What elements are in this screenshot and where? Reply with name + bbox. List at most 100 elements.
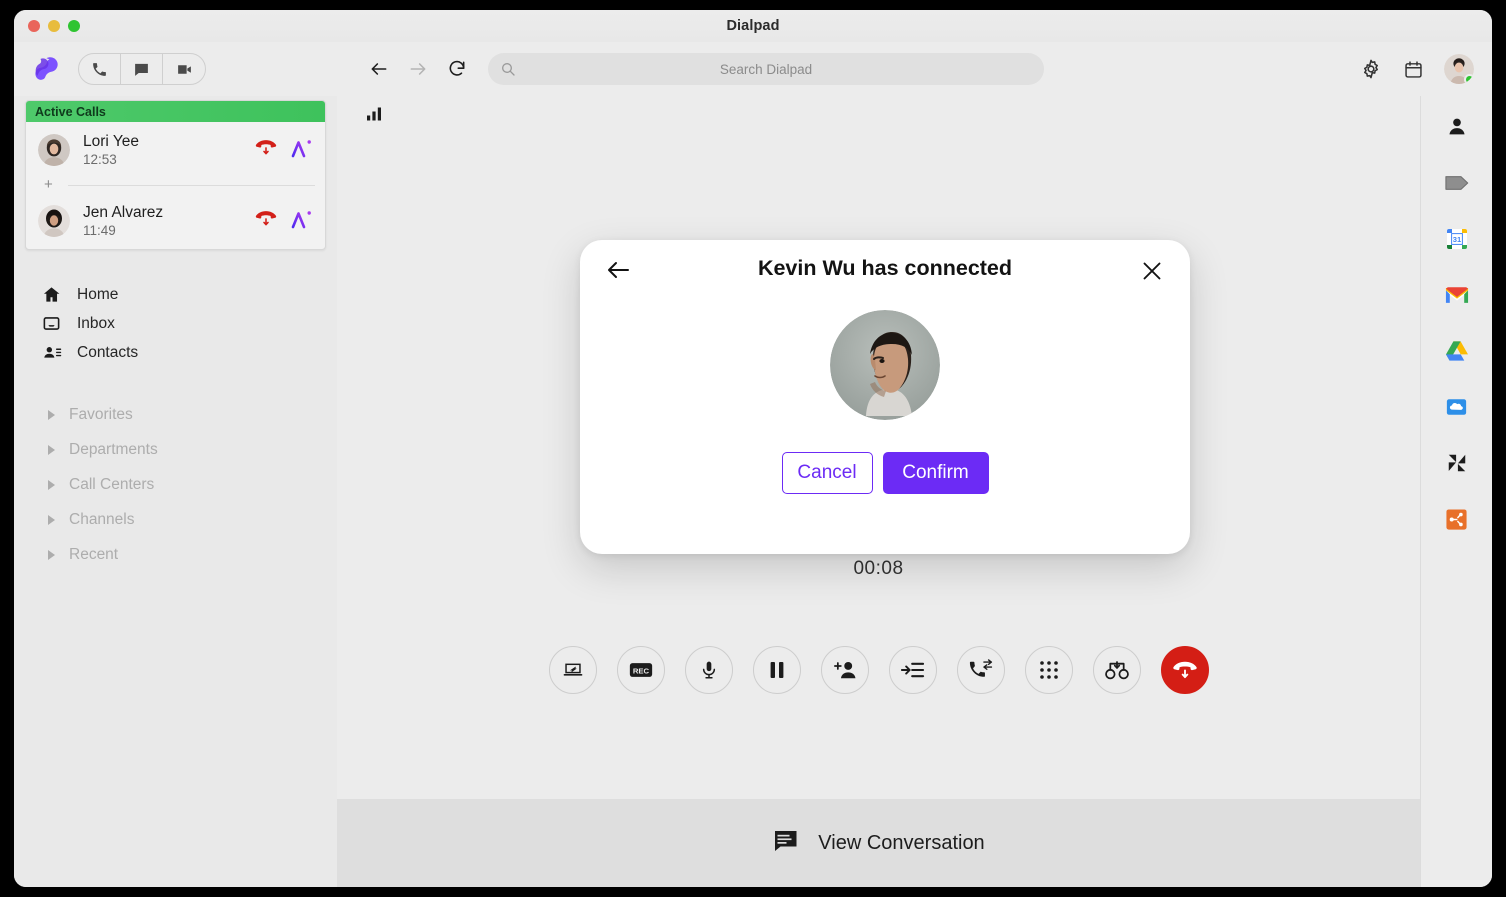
window-title: Dialpad xyxy=(14,18,1492,34)
integrations-rail: 31 xyxy=(1420,96,1492,887)
ai-icon[interactable] xyxy=(291,208,315,235)
screen-share-button[interactable] xyxy=(549,646,597,694)
modal-title: Kevin Wu has connected xyxy=(758,256,1012,281)
video-mode-button[interactable] xyxy=(163,54,205,84)
sidebar-item-label: Inbox xyxy=(77,315,115,333)
sidebar-group-recent[interactable]: Recent xyxy=(14,537,337,572)
call-duration: 11:49 xyxy=(83,222,255,239)
mute-button[interactable] xyxy=(685,646,733,694)
rail-google-calendar-icon[interactable]: 31 xyxy=(1444,226,1470,252)
inbox-icon xyxy=(42,314,64,333)
rail-google-drive-icon[interactable] xyxy=(1444,338,1470,364)
active-calls-header: Active Calls xyxy=(26,101,325,122)
sidebar-item-contacts[interactable]: Contacts xyxy=(14,338,337,367)
sidebar-group-label: Favorites xyxy=(69,406,133,424)
call-meta: Lori Yee 12:53 xyxy=(83,133,255,168)
active-call-row-lori[interactable]: Lori Yee 12:53 xyxy=(26,122,325,178)
sidebar-item-label: Contacts xyxy=(77,344,138,362)
merge-calls-divider: + xyxy=(26,178,325,193)
svg-text:REC: REC xyxy=(632,667,649,676)
keypad-button[interactable] xyxy=(1025,646,1073,694)
modal-back-button[interactable] xyxy=(606,260,630,285)
rail-gmail-icon[interactable] xyxy=(1444,282,1470,308)
call-actions xyxy=(255,208,315,235)
back-button[interactable] xyxy=(368,58,390,80)
view-conversation-label: View Conversation xyxy=(818,832,984,855)
cancel-button[interactable]: Cancel xyxy=(782,452,873,494)
user-avatar[interactable] xyxy=(1444,54,1474,84)
plus-icon[interactable]: + xyxy=(44,177,53,192)
search-icon xyxy=(500,61,516,82)
sidebar-group-label: Departments xyxy=(69,441,158,459)
add-participant-button[interactable] xyxy=(821,646,869,694)
phone-mode-button[interactable] xyxy=(79,54,121,84)
transfer-button[interactable] xyxy=(889,646,937,694)
call-connected-modal: Kevin Wu has connected xyxy=(580,240,1190,554)
call-timer: 00:08 xyxy=(337,558,1420,580)
sidebar-groups: Favorites Departments Call Centers Chann… xyxy=(14,397,337,572)
conversation-icon xyxy=(772,829,798,858)
sidebar-group-label: Call Centers xyxy=(69,476,154,494)
call-duration: 12:53 xyxy=(83,151,255,168)
avatar xyxy=(38,205,70,237)
rail-hubspot-icon[interactable] xyxy=(1444,506,1470,532)
chevron-right-icon xyxy=(48,515,55,525)
reload-button[interactable] xyxy=(446,58,468,80)
record-button[interactable]: REC xyxy=(617,646,665,694)
call-transfer-button[interactable] xyxy=(957,646,1005,694)
chevron-right-icon xyxy=(48,445,55,455)
confirm-button[interactable]: Confirm xyxy=(883,452,989,494)
rail-tag-icon[interactable] xyxy=(1444,170,1470,196)
mode-switcher xyxy=(78,53,206,85)
toolbar-right xyxy=(1360,54,1474,84)
primary-nav: Home Inbox xyxy=(14,280,337,367)
search-placeholder: Search Dialpad xyxy=(488,62,1044,77)
call-actions xyxy=(255,137,315,164)
ai-icon[interactable] xyxy=(291,137,315,164)
view-conversation-button[interactable]: View Conversation xyxy=(337,799,1420,887)
sidebar-group-favorites[interactable]: Favorites xyxy=(14,397,337,432)
modal-header: Kevin Wu has connected xyxy=(580,240,1190,296)
toolbar: Search Dialpad xyxy=(14,42,1492,96)
sidebar-item-home[interactable]: Home xyxy=(14,280,337,309)
home-icon xyxy=(42,285,64,304)
hold-button[interactable] xyxy=(753,646,801,694)
call-contact-name: Jen Alvarez xyxy=(83,204,255,222)
svg-text:31: 31 xyxy=(1452,235,1461,244)
close-icon[interactable] xyxy=(1142,261,1162,286)
sidebar-item-label: Home xyxy=(77,286,118,304)
sidebar-item-inbox[interactable]: Inbox xyxy=(14,309,337,338)
rail-zendesk-icon[interactable] xyxy=(1444,450,1470,476)
calendar-icon[interactable] xyxy=(1402,58,1424,80)
call-contact-name: Lori Yee xyxy=(83,133,255,151)
message-mode-button[interactable] xyxy=(121,54,163,84)
park-call-button[interactable] xyxy=(1093,646,1141,694)
rail-salesforce-icon[interactable] xyxy=(1444,394,1470,420)
presence-dot xyxy=(1464,74,1474,84)
hangup-icon[interactable] xyxy=(255,209,277,233)
titlebar: Dialpad xyxy=(14,10,1492,42)
app-window: Dialpad xyxy=(14,10,1492,887)
sidebar-group-label: Recent xyxy=(69,546,118,564)
chevron-right-icon xyxy=(48,550,55,560)
forward-button[interactable] xyxy=(407,58,429,80)
chevron-right-icon xyxy=(48,480,55,490)
avatar xyxy=(38,134,70,166)
sidebar-group-label: Channels xyxy=(69,511,135,529)
gear-icon[interactable] xyxy=(1360,58,1382,80)
hangup-icon[interactable] xyxy=(255,138,277,162)
call-meta: Jen Alvarez 11:49 xyxy=(83,204,255,239)
search-input[interactable]: Search Dialpad xyxy=(488,53,1044,85)
signal-bars-icon xyxy=(366,105,384,128)
active-call-row-jen[interactable]: Jen Alvarez 11:49 xyxy=(26,193,325,249)
sidebar-group-call-centers[interactable]: Call Centers xyxy=(14,467,337,502)
active-calls-card: Active Calls Lori Ye xyxy=(25,100,326,250)
sidebar: Active Calls Lori Ye xyxy=(14,96,337,887)
kevin-wu-avatar xyxy=(830,310,940,420)
call-controls: REC xyxy=(337,646,1420,694)
rail-contact-icon[interactable] xyxy=(1444,114,1470,140)
end-call-button[interactable] xyxy=(1161,646,1209,694)
sidebar-group-departments[interactable]: Departments xyxy=(14,432,337,467)
sidebar-group-channels[interactable]: Channels xyxy=(14,502,337,537)
browser-nav xyxy=(368,58,468,80)
